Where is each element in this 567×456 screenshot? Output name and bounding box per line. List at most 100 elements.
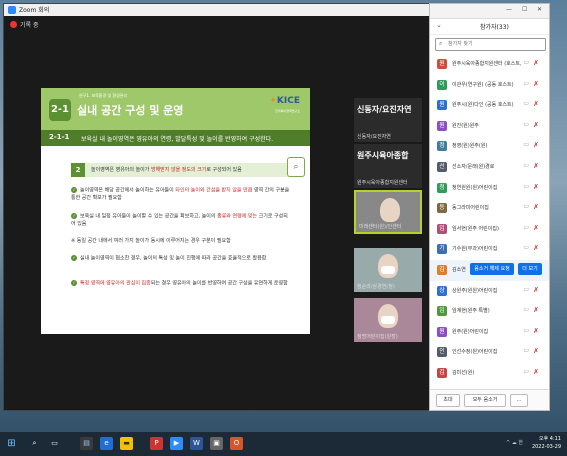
check-icon: ✓ — [71, 213, 77, 219]
participant-row[interactable]: 임 임서현(원주 어린이집) ▭ ✗ — [430, 219, 549, 240]
mic-muted-icon: ✗ — [533, 79, 539, 88]
participant-row[interactable]: 김 김소연 음소거 해제 요청 더 보기 — [430, 259, 549, 281]
sub-number: 2-1-1 — [49, 133, 70, 141]
ask-unmute-button[interactable]: 음소거 해제 요청 — [470, 262, 514, 275]
camera-off-icon: ▭ — [523, 120, 529, 128]
participant-name: 원주(원)어린이집 — [452, 328, 489, 335]
participant-row[interactable]: 상 상원주(원원)어린이집 ▭ ✗ — [430, 281, 549, 302]
participant-row[interactable]: 기 기수원(무과)어린이집 ▭ ✗ — [430, 239, 549, 260]
zoom-titlebar: Zoom 회의 — [4, 4, 430, 16]
avatar: 정 — [437, 141, 447, 152]
avatar: 김 — [437, 367, 447, 378]
participant-name: 선소자/문래(원)경로 — [452, 163, 495, 170]
window-title: Zoom 회의 — [19, 7, 50, 14]
mute-all-button[interactable]: 모두 음소거 — [464, 394, 506, 407]
office-icon[interactable]: O — [230, 437, 243, 450]
mic-muted-icon: ✗ — [533, 120, 539, 129]
participant-row[interactable]: 정 정영(원)원주(원) ▭ ✗ — [430, 136, 549, 157]
close-icon[interactable]: ✕ — [537, 6, 542, 13]
participant-row[interactable]: 원 원주시(원)다인 (공동 호스트) ▭ ✗ — [430, 95, 549, 116]
search-icon[interactable]: ⌕ — [28, 437, 41, 450]
task-view-icon[interactable]: ▭ — [48, 437, 61, 450]
maximize-icon[interactable]: ☐ — [522, 6, 527, 13]
participant-row[interactable]: 인 인선수정(원)어린이집 ▭ ✗ — [430, 342, 549, 363]
tile-name: 청명어린이집(원장) — [357, 334, 398, 340]
participant-row[interactable]: 원 원주(원)어린이집 ▭ ✗ — [430, 322, 549, 343]
video-tile[interactable]: 청명어린이집(원장) — [354, 298, 422, 342]
logo-subtitle: 한국육아정책연구소 — [275, 109, 300, 113]
avatar: 원 — [437, 326, 447, 337]
participant-name: 임계현(원주 특별) — [452, 308, 490, 315]
video-tile[interactable]: 청순라/삼경연(청) — [354, 248, 422, 292]
participant-row[interactable]: 원 원진(원)원주 ▭ ✗ — [430, 116, 549, 137]
more-options-button[interactable]: ... — [510, 394, 528, 407]
search-icon: ⌕ — [439, 40, 443, 47]
participant-row[interactable]: 김 김미선(원) ▭ ✗ — [430, 363, 549, 384]
participant-name: 임서현(원주 어린이집) — [452, 225, 499, 232]
tile-big-name: 원주시육아종합 — [357, 151, 409, 160]
explorer-icon[interactable]: ▤ — [80, 437, 93, 450]
mask — [381, 266, 395, 274]
slide-small-header: 연구1. 보육환경 및 환경관리 — [79, 93, 128, 98]
avatar: 임 — [437, 306, 447, 317]
participant-row[interactable]: 임 임계현(원주 특별) ▭ ✗ — [430, 301, 549, 322]
participant-more-button[interactable]: 더 보기 — [518, 262, 542, 275]
participant-row[interactable]: 이 이관우(연구원) (공동 호스트) ▭ ✗ — [430, 75, 549, 96]
mic-muted-icon: ✗ — [533, 285, 539, 294]
shared-slide: 연구1. 보육환경 및 환경관리 2-1 실내 공간 구성 및 운영 ✦KICE… — [41, 88, 310, 334]
search-input[interactable] — [448, 40, 540, 48]
video-tile-active-speaker[interactable]: 미래센터(원)/인센터 — [354, 190, 422, 234]
camera-off-icon: ▭ — [523, 306, 529, 314]
camera-off-icon: ▭ — [523, 244, 529, 252]
bullet-note: ※ 동일 공간 내에서 여러 가지 놀이가 동시에 이루어지는 경우 구분이 필… — [71, 238, 231, 244]
bullet-list: ✓ 놀이영역은 해당 공간에서 놀이하는 유아들이 타인의 놀이와 간섭을 받지 … — [71, 183, 301, 333]
invite-button[interactable]: 초대 — [436, 394, 460, 407]
participant-name: 정영(원)원주(원) — [452, 143, 488, 150]
mic-muted-icon: ✗ — [533, 161, 539, 170]
windows-start-icon[interactable]: ⊞ — [5, 437, 18, 450]
mask — [381, 316, 395, 324]
participant-name: 인선수정(원)어린이집 — [452, 349, 498, 356]
avatar: 이 — [437, 79, 447, 90]
word-icon[interactable]: W — [190, 437, 203, 450]
participant-row[interactable]: 원 원주시육아종합지원센터 (호스트, 나) ▭ ✗ — [430, 54, 549, 75]
participant-name: 동그라미어린이집 — [452, 205, 489, 212]
camera-off-icon: ▭ — [523, 79, 529, 87]
bullet-item: ✓ 특정 영역에 영유아의 관심이 집중되는 경우 영유아의 놀이를 반영하여 공… — [71, 280, 288, 287]
camera-off-icon: ▭ — [523, 141, 529, 149]
minimize-icon[interactable]: — — [506, 6, 512, 13]
camera-off-icon: ▭ — [523, 161, 529, 169]
mic-muted-icon: ✗ — [533, 367, 539, 376]
participant-name: 원주시(원)다인 (공동 호스트) — [452, 102, 514, 109]
system-tray[interactable]: ^ ☁ 한 — [506, 439, 523, 446]
participant-row[interactable]: 선 선소자/문래(원)경로 ▭ ✗ — [430, 157, 549, 178]
folder-icon[interactable]: ▬ — [120, 437, 133, 450]
app-icon[interactable]: ▣ — [210, 437, 223, 450]
tile-name: 청순라/삼경연(청) — [357, 284, 395, 290]
mic-muted-icon: ✗ — [533, 306, 539, 315]
zoom-taskbar-icon[interactable]: ▶ — [170, 437, 183, 450]
participant-row[interactable]: 청 청연원원(원)어린이집 ▭ ✗ — [430, 178, 549, 199]
avatar: 상 — [437, 285, 447, 296]
record-icon — [10, 21, 17, 28]
participant-name: 기수원(무과)어린이집 — [452, 246, 498, 253]
check-icon: ✓ — [71, 280, 77, 286]
chevron-down-icon[interactable]: ⌄ — [436, 21, 442, 29]
edge-icon[interactable]: e — [100, 437, 113, 450]
avatar: 원 — [437, 100, 447, 111]
recording-label[interactable]: 기록 중 — [20, 20, 38, 29]
video-tile[interactable]: 원주시육아종합 원주시육아종합지원센터 — [354, 144, 422, 188]
mic-muted-icon: ✗ — [533, 182, 539, 191]
participant-search[interactable]: ⌕ — [435, 38, 546, 51]
participant-row[interactable]: 동 동그라미어린이집 ▭ ✗ — [430, 198, 549, 219]
camera-off-icon: ▭ — [523, 285, 529, 293]
camera-off-icon: ▭ — [523, 100, 529, 108]
mic-muted-icon: ✗ — [533, 203, 539, 212]
slide-title: 실내 공간 구성 및 운영 — [77, 104, 184, 117]
section2-number: 2 — [71, 163, 85, 177]
section2-row: 2 놀이영역은 영유아의 놀이가 방해받지 않을 정도의 크기로 구성되어 있음… — [71, 157, 305, 177]
taskbar-clock[interactable]: 오후 4:11 2022-03-29 — [532, 435, 561, 451]
video-tile[interactable]: 신동자/요진자연 신동자/요진자연 — [354, 98, 422, 142]
camera-off-icon: ▭ — [523, 223, 529, 231]
powerpoint-icon[interactable]: P — [150, 437, 163, 450]
